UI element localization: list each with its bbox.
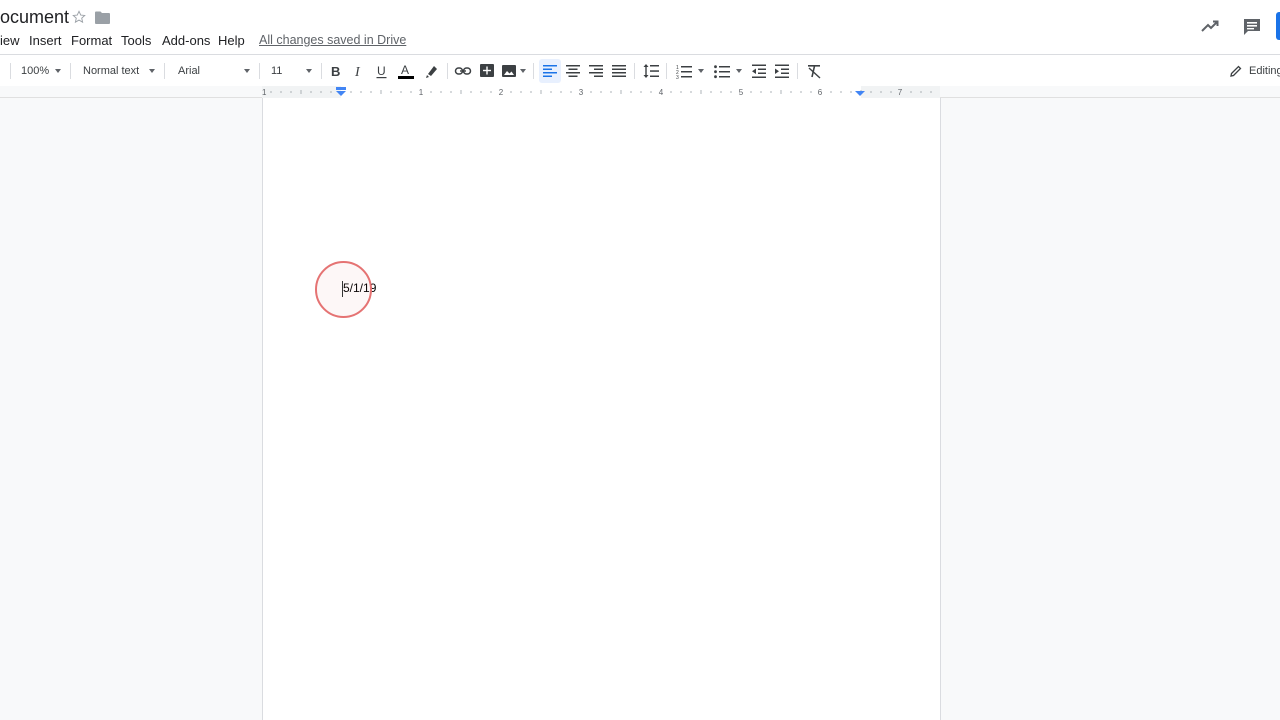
menu-addons[interactable]: Add-ons — [162, 33, 210, 48]
chevron-down-icon[interactable] — [520, 69, 526, 73]
image-icon[interactable] — [500, 62, 518, 80]
toolbar-divider — [259, 63, 260, 79]
editing-mode-label: Editing — [1249, 64, 1280, 77]
editing-mode-button[interactable]: Editing — [1229, 55, 1280, 86]
chevron-down-icon[interactable] — [55, 69, 61, 73]
toolbar-divider — [321, 63, 322, 79]
link-icon[interactable] — [454, 62, 472, 80]
pencil-icon — [1230, 65, 1242, 77]
toolbar-divider — [10, 63, 11, 79]
save-status-link[interactable]: All changes saved in Drive — [259, 33, 406, 47]
font-size-value: 11 — [271, 64, 283, 77]
title-bar: ocument iew Insert Format Tools Add-ons … — [0, 0, 1280, 54]
menu-format[interactable]: Format — [71, 33, 112, 48]
bulleted-list-icon[interactable] — [713, 62, 731, 80]
underline-icon[interactable]: U — [373, 62, 391, 80]
svg-text:B: B — [331, 64, 340, 79]
font-value: Arial — [178, 64, 201, 77]
toolbar-divider — [70, 63, 71, 79]
decrease-indent-icon[interactable] — [750, 62, 768, 80]
font-select[interactable]: Arial — [178, 55, 200, 86]
ruler-label: 1 — [262, 88, 267, 97]
svg-text:U: U — [377, 64, 386, 78]
italic-icon[interactable]: I — [350, 62, 368, 80]
star-icon[interactable] — [71, 9, 87, 25]
zoom-value: 100% — [21, 64, 50, 77]
text-color-icon[interactable]: A — [397, 62, 415, 80]
menu-help[interactable]: Help — [218, 33, 245, 48]
line-spacing-icon[interactable] — [642, 62, 660, 80]
menu-tools[interactable]: Tools — [121, 33, 151, 48]
clear-formatting-icon[interactable] — [805, 62, 823, 80]
align-center-icon[interactable] — [564, 62, 582, 80]
ruler-label: 5 — [739, 88, 744, 97]
comment-add-icon[interactable] — [478, 62, 496, 80]
chevron-down-icon[interactable] — [149, 69, 155, 73]
toolbar-divider — [634, 63, 635, 79]
toolbar-divider — [164, 63, 165, 79]
ruler-label: 1 — [419, 88, 424, 97]
ruler-label: 3 — [579, 88, 584, 97]
toolbar-divider — [533, 63, 534, 79]
chevron-down-icon[interactable] — [306, 69, 312, 73]
document-page[interactable]: 5/1/19 — [262, 98, 941, 720]
bold-icon[interactable]: B — [327, 62, 345, 80]
menu-insert[interactable]: Insert — [29, 33, 62, 48]
ruler-label: 6 — [818, 88, 823, 97]
ruler-label: 7 — [898, 88, 903, 97]
highlight-icon[interactable] — [423, 62, 441, 80]
numbered-list-icon[interactable]: 123 — [675, 62, 693, 80]
menu-view[interactable]: iew — [0, 33, 20, 48]
font-size-select[interactable]: 11 — [271, 55, 282, 86]
ruler-label: 4 — [659, 88, 664, 97]
chevron-down-icon[interactable] — [244, 69, 250, 73]
toolbar-divider — [797, 63, 798, 79]
svg-text:A: A — [401, 63, 409, 77]
paragraph-style-value: Normal text — [83, 64, 140, 77]
text-cursor — [342, 281, 343, 297]
align-left-icon[interactable] — [541, 62, 559, 80]
click-indicator — [315, 261, 372, 318]
document-title[interactable]: ocument — [0, 7, 69, 28]
toolbar-divider — [666, 63, 667, 79]
align-right-icon[interactable] — [587, 62, 605, 80]
svg-text:I: I — [354, 65, 361, 80]
chevron-down-icon[interactable] — [698, 69, 704, 73]
trend-icon[interactable] — [1200, 18, 1220, 34]
increase-indent-icon[interactable] — [773, 62, 791, 80]
ruler-label: 2 — [499, 88, 504, 97]
zoom-select[interactable]: 100% — [21, 55, 49, 86]
paragraph-style-select[interactable]: Normal text — [83, 55, 139, 86]
svg-text:3: 3 — [676, 75, 679, 80]
chevron-down-icon[interactable] — [736, 69, 742, 73]
comment-icon[interactable] — [1242, 17, 1262, 37]
toolbar: 100% Normal text Arial 11 B I U A 1 2 3 … — [0, 54, 1280, 86]
share-button[interactable] — [1276, 12, 1280, 40]
toolbar-divider — [447, 63, 448, 79]
ruler[interactable]: 1 1 2 3 4 5 6 7 — [262, 86, 940, 98]
align-justify-icon[interactable] — [610, 62, 628, 80]
folder-icon[interactable] — [95, 11, 110, 24]
